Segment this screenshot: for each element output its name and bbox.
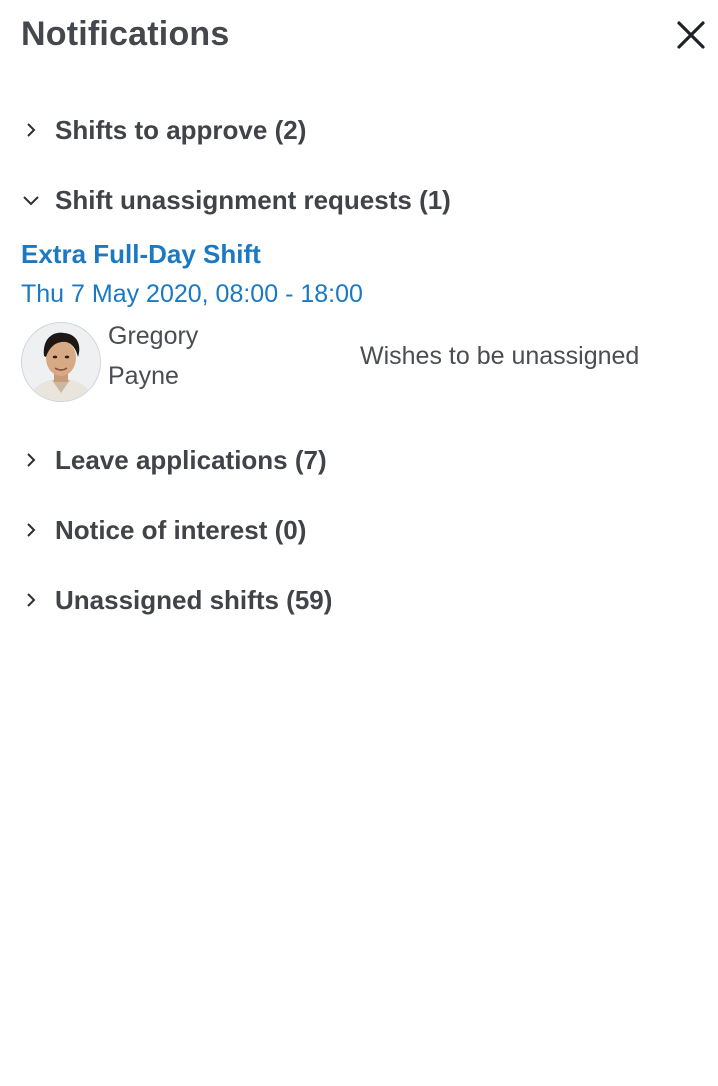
person-name: Gregory Payne [108, 316, 198, 396]
section-leave-applications: Leave applications (7) [21, 440, 698, 480]
page-title: Notifications [21, 15, 230, 53]
section-label: Leave applications (7) [55, 444, 327, 475]
section-toggle-leave-applications[interactable]: Leave applications (7) [21, 440, 698, 480]
notifications-panel: Notifications Shifts to approve (2) Shif… [0, 0, 718, 1086]
panel-header: Notifications [21, 12, 718, 56]
close-button[interactable] [674, 18, 708, 52]
section-label: Unassigned shifts (59) [55, 584, 333, 615]
request-person-row: Gregory Payne Wishes to be unassigned [21, 320, 698, 404]
section-toggle-notice-of-interest[interactable]: Notice of interest (0) [21, 510, 698, 550]
section-label: Shifts to approve (2) [55, 114, 307, 145]
chevron-right-icon [21, 450, 41, 470]
person-first-name: Gregory [108, 322, 199, 350]
unassignment-request-item: Extra Full-Day Shift Thu 7 May 2020, 08:… [21, 234, 698, 404]
request-status: Wishes to be unassigned [360, 342, 640, 370]
close-icon[interactable] [674, 18, 708, 52]
section-notice-of-interest: Notice of interest (0) [21, 510, 698, 550]
section-shift-unassignment-requests: Shift unassignment requests (1) [21, 180, 698, 220]
section-toggle-unassigned-shifts[interactable]: Unassigned shifts (59) [21, 580, 698, 620]
chevron-down-icon [21, 190, 41, 210]
section-label: Shift unassignment requests (1) [55, 184, 451, 215]
section-toggle-shift-unassignment-requests[interactable]: Shift unassignment requests (1) [21, 180, 698, 220]
chevron-right-icon [21, 520, 41, 540]
section-shifts-to-approve: Shifts to approve (2) [21, 110, 698, 150]
section-toggle-shifts-to-approve[interactable]: Shifts to approve (2) [21, 110, 698, 150]
chevron-right-icon [21, 120, 41, 140]
avatar [21, 322, 101, 402]
person-last-name: Payne [108, 362, 179, 390]
chevron-right-icon [21, 590, 41, 610]
shift-time: Thu 7 May 2020, 08:00 - 18:00 [21, 280, 363, 308]
shift-name-link[interactable]: Extra Full-Day Shift [21, 234, 698, 274]
section-unassigned-shifts: Unassigned shifts (59) [21, 580, 698, 620]
section-label: Notice of interest (0) [55, 514, 307, 545]
